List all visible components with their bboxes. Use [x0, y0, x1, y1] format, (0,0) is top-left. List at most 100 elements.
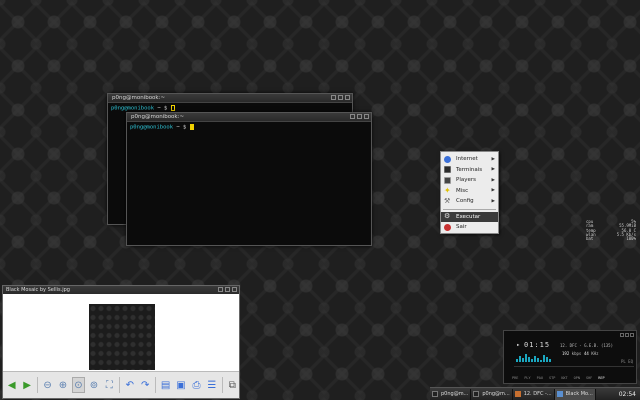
task-label: Black Mo... [565, 391, 593, 397]
toolbar-separator [36, 377, 38, 393]
task-music-player[interactable]: 12. DFC -... [513, 388, 555, 400]
cursor [170, 105, 175, 111]
seek-bar[interactable] [514, 366, 634, 367]
visualizer-bar [546, 357, 548, 362]
terminal-title: p0ng@monibook:~ [131, 114, 185, 120]
wrench-icon: ⚒ [444, 196, 451, 205]
menu-item-label: Players [456, 177, 476, 184]
player-buttons: PRE PLY PAU STP NXT OPN SHF REP [512, 376, 605, 380]
zoom-in-icon[interactable]: ⊕ [56, 377, 69, 393]
play-button[interactable]: PLY [524, 376, 530, 380]
zoom-out-icon[interactable]: ⊖ [41, 377, 54, 393]
task-terminal-1[interactable]: p0ng@m... [430, 388, 472, 400]
system-stats: cpu 5% ram 55.9MiB temp 56.0 C wlan 5.5 Kb/s… [586, 219, 636, 246]
stat-label: bat [586, 236, 594, 242]
preferences-icon[interactable]: ☰ [205, 377, 218, 393]
stop-button[interactable]: STP [549, 376, 555, 380]
task-terminal-2[interactable]: p0ng@m... [471, 388, 513, 400]
terminal-icon [473, 391, 480, 397]
slideshow-icon[interactable]: ⧉ [226, 377, 239, 393]
elapsed-time: 01:15 [524, 341, 551, 349]
play-indicator-icon: ▶ [517, 342, 520, 347]
terminal-titlebar[interactable]: p0ng@monibook:~ [127, 113, 371, 122]
terminal-window-front[interactable]: p0ng@monibook:~ p0ng@monibook ~ $ [126, 112, 372, 246]
print-icon[interactable]: ⎙ [190, 377, 203, 393]
shuffle-button[interactable]: SHF [586, 376, 592, 380]
toolbar-separator [154, 377, 156, 393]
repeat-button[interactable]: REP [598, 376, 604, 380]
cursor [189, 124, 194, 130]
menu-item-terminais[interactable]: Terminais ▶ [441, 165, 498, 176]
task-label: 12. DFC -... [523, 391, 552, 397]
task-label: p0ng@m... [441, 391, 469, 397]
image-viewer-window[interactable]: Black Mosaic by Sellis.jpg ◀ ▶ ⊖ ⊕ ⊙ ⊚ ⛶… [2, 285, 240, 399]
close-button[interactable] [364, 114, 369, 119]
visualizer-bar [519, 356, 521, 362]
viewer-title: Black Mosaic by Sellis.jpg [6, 287, 70, 293]
music-icon [514, 391, 521, 397]
menu-item-misc[interactable]: ✦ Misc ▶ [441, 186, 498, 197]
rotate-left-icon[interactable]: ↶ [123, 377, 136, 393]
maximize-button[interactable] [357, 114, 362, 119]
pause-button[interactable]: PAU [537, 376, 543, 380]
menu-item-label: Misc [456, 187, 469, 194]
spectrum-visualizer [516, 352, 551, 362]
stat-row-bat: bat 100% [586, 236, 636, 242]
toolbar-separator [221, 377, 223, 393]
menu-item-sair[interactable]: Sair [441, 222, 498, 233]
open-file-icon[interactable]: ▤ [159, 377, 172, 393]
viewer-titlebar[interactable]: Black Mosaic by Sellis.jpg [3, 286, 239, 294]
maximize-button[interactable] [225, 287, 230, 292]
image-icon [556, 391, 563, 397]
menu-separator [443, 208, 496, 210]
prev-button[interactable]: PRE [512, 376, 518, 380]
image-canvas[interactable] [3, 295, 239, 371]
minimize-button[interactable] [331, 95, 336, 100]
visualizer-bar [549, 359, 551, 362]
samplerate-unit: KHz [591, 351, 599, 356]
save-icon[interactable]: ▣ [174, 377, 187, 393]
rotate-right-icon[interactable]: ↷ [138, 377, 151, 393]
playlist-eq-toggle[interactable]: PL EQ [621, 359, 633, 364]
terminal-icon [444, 166, 451, 174]
terminal-titlebar[interactable]: p0ng@monibook:~ [108, 94, 352, 103]
visualizer-bar [528, 357, 530, 362]
zoom-original-icon[interactable]: ⊚ [87, 377, 100, 393]
menu-item-config[interactable]: ⚒ Config ▶ [441, 196, 498, 207]
menu-item-internet[interactable]: Internet ▶ [441, 154, 498, 165]
maximize-button[interactable] [338, 95, 343, 100]
minimize-button[interactable] [218, 287, 223, 292]
close-button[interactable] [232, 287, 237, 292]
menu-item-players[interactable]: Players ▶ [441, 175, 498, 186]
desktop-root-menu: Internet ▶ Terminais ▶ Players ▶ ✦ Misc … [440, 151, 499, 234]
arrow-right-icon[interactable]: ▶ [20, 377, 33, 393]
run-icon: ⚙ [444, 212, 451, 221]
samplerate: 44 KHz [584, 351, 598, 356]
submenu-arrow-icon: ▶ [491, 167, 495, 173]
globe-icon [444, 155, 451, 163]
music-player[interactable]: ▶ 01:15 12. DFC - G.E.B. (135) 192 kbps … [503, 330, 637, 384]
clock: 02:54 [618, 390, 636, 398]
minimize-button[interactable] [350, 114, 355, 119]
visualizer-bar [531, 359, 533, 362]
toolbar-separator [119, 377, 121, 393]
terminal-content[interactable]: p0ng@monibook ~ $ [127, 122, 371, 133]
stat-value: 100% [626, 236, 636, 242]
player-shade-button[interactable] [625, 333, 629, 337]
player-minimize-button[interactable] [620, 333, 624, 337]
next-button[interactable]: NXT [561, 376, 567, 380]
menu-item-executar[interactable]: ⚙ Executar [441, 211, 498, 222]
close-button[interactable] [345, 95, 350, 100]
terminal-title: p0ng@monibook:~ [112, 95, 166, 101]
visualizer-bar [516, 359, 518, 362]
arrow-left-icon[interactable]: ◀ [5, 377, 18, 393]
visualizer-bar [522, 358, 524, 362]
task-image-viewer[interactable]: Black Mo... [554, 388, 596, 400]
song-title: 12. DFC - G.E.B. (135) [560, 343, 613, 348]
open-button[interactable]: OPN [574, 376, 580, 380]
fullscreen-icon[interactable]: ⛶ [103, 377, 116, 393]
player-close-button[interactable] [630, 333, 634, 337]
menu-item-label: Internet [456, 156, 478, 163]
prompt-path: ~ $ [173, 124, 190, 131]
zoom-fit-icon[interactable]: ⊙ [71, 377, 86, 393]
